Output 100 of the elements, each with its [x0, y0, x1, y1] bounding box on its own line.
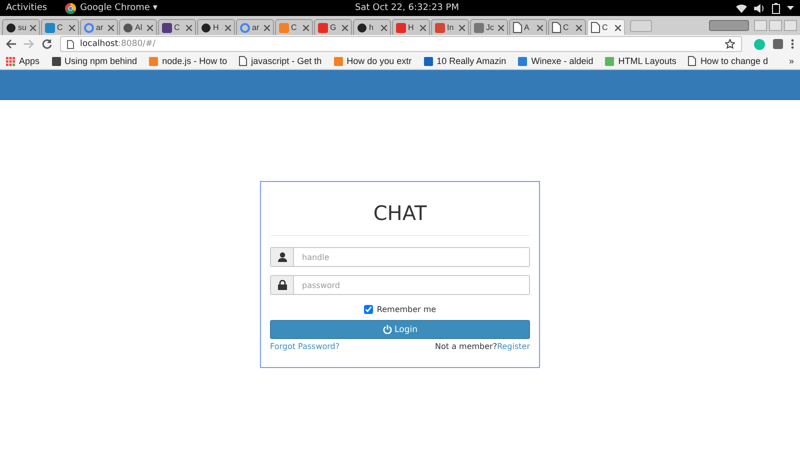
menu-icon[interactable] [791, 39, 794, 49]
tab-favicon-icon [396, 22, 406, 32]
bookmark[interactable]: How do you extr [334, 56, 412, 66]
close-icon[interactable] [30, 24, 36, 30]
tab-title: C [602, 23, 609, 32]
close-icon[interactable] [225, 24, 231, 30]
page-icon [239, 56, 248, 66]
close-icon[interactable] [420, 24, 426, 30]
page-icon [67, 40, 74, 48]
tab-favicon-icon [357, 22, 367, 32]
bookmark[interactable]: node.js - How to [149, 56, 228, 66]
tab-favicon-icon [45, 22, 55, 32]
bookmark[interactable]: javascript - Get th [239, 56, 322, 66]
browser-tab[interactable]: C [158, 19, 196, 35]
site-icon [605, 56, 614, 66]
login-button[interactable]: Login [270, 320, 530, 339]
site-icon [52, 56, 61, 66]
volume-icon[interactable] [754, 4, 765, 12]
input-field[interactable]: password [270, 275, 530, 295]
not-member-text: Not a member? [435, 342, 498, 351]
tab-favicon-icon [162, 22, 172, 32]
bookmark[interactable]: Winexe - aldeid [518, 56, 594, 66]
wifi-icon[interactable] [736, 4, 747, 12]
tab-title: Jc [486, 23, 495, 32]
tab-title: su [18, 23, 28, 32]
browser-tab[interactable]: C [548, 19, 586, 35]
browser-tab[interactable]: C [41, 19, 79, 35]
tab-title: In [447, 23, 455, 32]
browser-tab[interactable]: ar [236, 19, 274, 35]
page-icon [513, 22, 522, 33]
close-icon[interactable] [264, 24, 270, 30]
close-icon[interactable] [615, 24, 621, 30]
tab-title: Al [135, 23, 144, 32]
browser-tab[interactable]: H [197, 19, 235, 35]
tab-title: H [408, 23, 415, 32]
bookmark[interactable]: HTML Layouts [605, 56, 676, 66]
browser-tab[interactable]: ar [80, 19, 118, 35]
site-icon [149, 56, 158, 66]
user-icon [278, 252, 286, 262]
tab-title: ar [96, 23, 104, 32]
close-icon[interactable] [147, 24, 153, 30]
tab-title: C [174, 23, 181, 32]
bookmark[interactable]: How to change d [688, 56, 768, 66]
chrome-icon [65, 2, 76, 14]
remember-checkbox[interactable] [364, 305, 373, 314]
caret-icon[interactable] [787, 6, 794, 10]
activities-button[interactable]: Activities [6, 3, 48, 13]
extension-icon[interactable] [773, 39, 783, 49]
site-icon [424, 56, 433, 66]
browser-tab[interactable]: Jc [470, 19, 508, 35]
tab-title: C [563, 23, 570, 32]
bookmark[interactable]: Apps [6, 56, 40, 66]
app-menu[interactable]: Google Chrome ▾ [65, 2, 158, 14]
tab-title: H [213, 23, 220, 32]
close-icon[interactable] [576, 24, 582, 30]
apps-grid-icon [6, 56, 15, 66]
back-icon[interactable] [6, 39, 16, 49]
letter-g-icon [84, 22, 94, 32]
tab-favicon-icon [474, 22, 484, 32]
bookmark[interactable]: 10 Really Amazin [424, 56, 506, 66]
clock[interactable]: Sat Oct 22, 6:32:23 PM [355, 3, 459, 13]
site-icon [334, 56, 343, 66]
url-text: localhost:8080/#/ [80, 39, 156, 49]
battery-icon[interactable] [772, 2, 780, 14]
close-icon[interactable] [303, 24, 309, 30]
close-icon[interactable] [498, 24, 504, 30]
reload-icon[interactable] [42, 39, 52, 49]
site-icon [518, 56, 528, 66]
close-icon[interactable] [459, 24, 465, 30]
browser-tab[interactable]: H [392, 19, 430, 35]
input-field[interactable]: handle [270, 247, 530, 267]
tab-title: C [291, 23, 298, 32]
page-icon [591, 22, 600, 33]
more-bookmarks-button[interactable]: » [788, 56, 794, 66]
bookmark[interactable]: Using npm behind [52, 56, 138, 66]
browser-tab[interactable]: A [509, 19, 547, 35]
address-bar[interactable]: localhost:8080/#/ [60, 36, 742, 52]
browser-tab[interactable]: Al [119, 19, 157, 35]
close-icon[interactable] [108, 24, 114, 30]
login-title: CHAT [372, 201, 428, 225]
browser-tab[interactable]: G [314, 19, 352, 35]
close-icon[interactable] [381, 24, 387, 30]
tab-favicon-icon [6, 22, 16, 32]
browser-tab[interactable]: C [587, 19, 625, 35]
page-icon [688, 56, 696, 66]
tab-favicon-icon [318, 22, 328, 32]
letter-g-icon [240, 22, 250, 32]
star-icon[interactable] [725, 39, 735, 49]
register-link[interactable]: Register [497, 342, 530, 351]
close-icon[interactable] [69, 24, 75, 30]
browser-tab[interactable]: In [431, 19, 469, 35]
tab-title: G [330, 23, 338, 32]
tab-favicon-icon [123, 22, 133, 32]
browser-tab[interactable]: su [2, 19, 40, 35]
browser-tab[interactable]: C [275, 19, 313, 35]
close-icon[interactable] [537, 24, 543, 30]
close-icon[interactable] [186, 24, 192, 30]
browser-tab[interactable]: h [353, 19, 391, 35]
forgot-password-link[interactable]: Forgot Password? [270, 342, 340, 351]
close-icon[interactable] [342, 24, 348, 30]
